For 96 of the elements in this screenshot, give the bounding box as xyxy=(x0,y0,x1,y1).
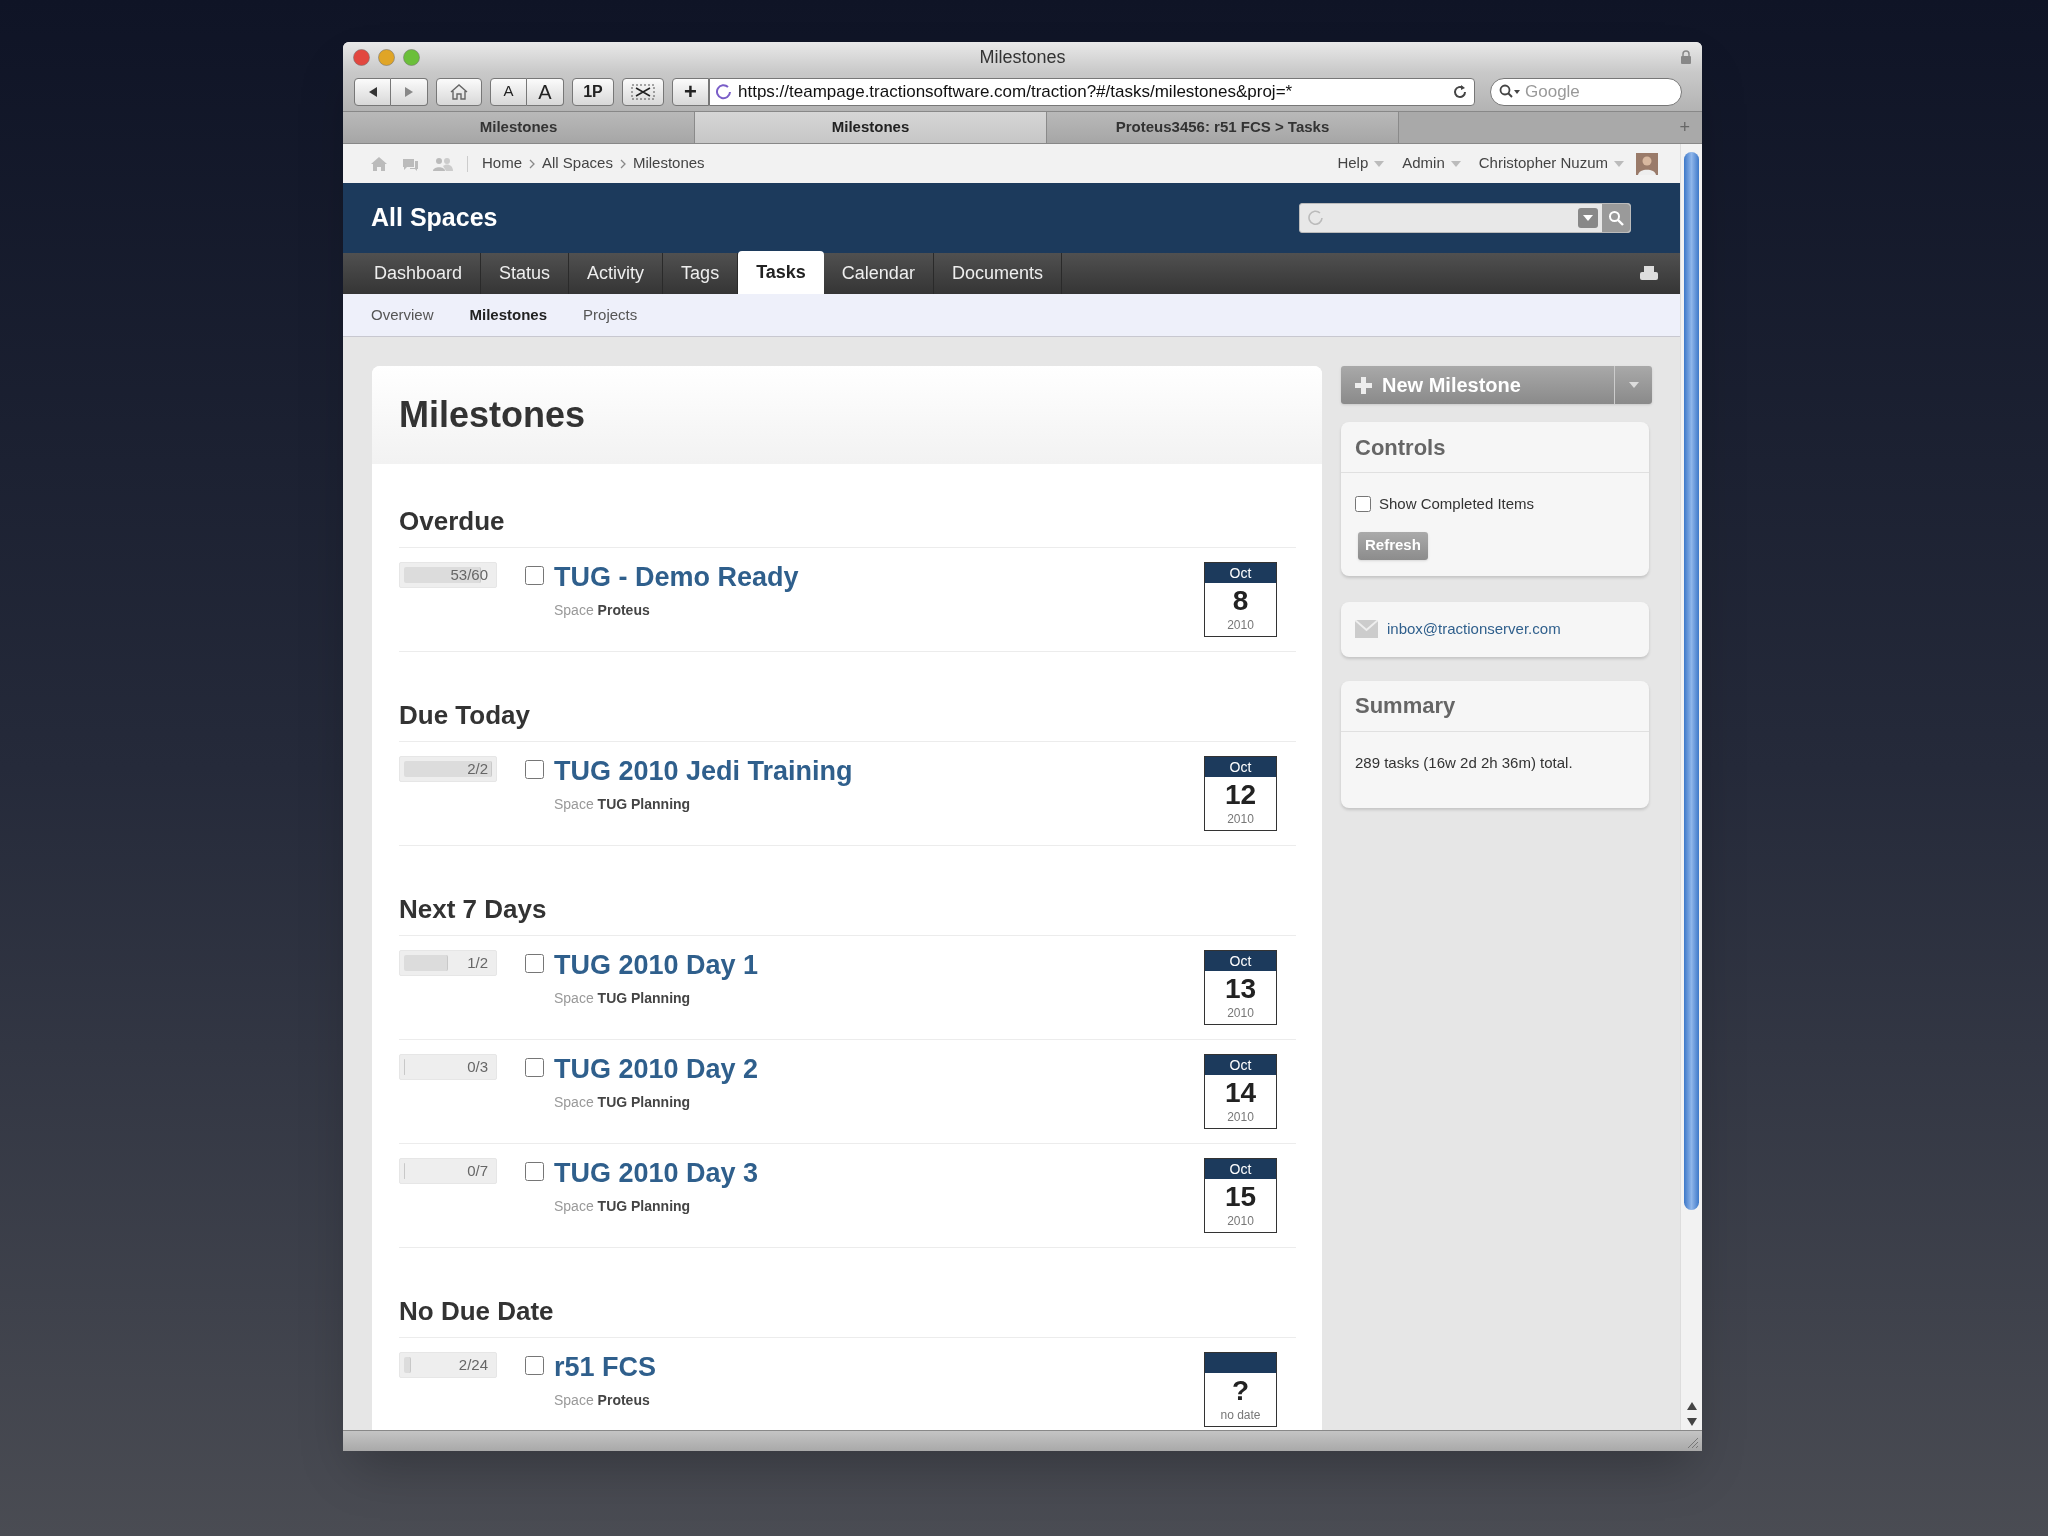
breadcrumb-link[interactable]: All Spaces xyxy=(542,152,613,175)
search-icon xyxy=(1499,83,1521,100)
space-info: Space TUG Planning xyxy=(554,1093,691,1112)
task-checkbox[interactable] xyxy=(525,954,544,973)
progress-count: 2/24 xyxy=(458,1355,488,1375)
sub-tab[interactable]: Milestones xyxy=(469,303,548,327)
milestone-link[interactable]: TUG 2010 Day 1 xyxy=(554,950,759,980)
section-heading: Next 7 Days xyxy=(399,893,548,926)
section-heading: No Due Date xyxy=(399,1295,555,1328)
section-heading: Due Today xyxy=(399,699,531,732)
space-title: All Spaces xyxy=(371,202,498,234)
text-size-button[interactable]: A xyxy=(527,77,564,106)
people-icon xyxy=(433,156,453,171)
task-checkbox[interactable] xyxy=(525,1356,544,1375)
mail-icon xyxy=(1355,620,1378,638)
chevron-icon xyxy=(618,158,627,169)
milestone-link[interactable]: TUG 2010 Jedi Training xyxy=(554,756,853,786)
chevron-icon xyxy=(528,158,536,169)
breadcrumb-link[interactable]: Home xyxy=(482,152,522,175)
task-checkbox[interactable] xyxy=(525,1058,544,1077)
menu-button[interactable]: Christopher Nuzum xyxy=(1478,152,1624,175)
plus-icon xyxy=(1355,376,1372,394)
search-icon xyxy=(1608,210,1624,226)
window-control-icon[interactable] xyxy=(353,48,370,66)
nav-tab[interactable]: Tasks xyxy=(738,251,824,294)
avatar-icon xyxy=(1636,152,1658,175)
dropdown-icon[interactable] xyxy=(1578,208,1598,228)
milestone-link[interactable]: TUG 2010 Day 2 xyxy=(554,1054,759,1084)
menu-button[interactable]: Admin xyxy=(1402,152,1461,175)
window-control-icon[interactable] xyxy=(403,48,420,66)
loading-icon xyxy=(1308,210,1324,226)
forward-button[interactable] xyxy=(391,77,428,106)
menu-button[interactable]: Help xyxy=(1337,152,1385,175)
milestone-link[interactable]: TUG - Demo Ready xyxy=(554,562,799,592)
date-badge: Oct 14 2010 xyxy=(1204,1054,1277,1129)
progress-count: 0/3 xyxy=(467,1057,488,1077)
resize-grip-icon[interactable] xyxy=(1687,1437,1699,1449)
space-info: Space TUG Planning xyxy=(554,1197,691,1216)
reload-icon xyxy=(1452,83,1468,100)
home-icon xyxy=(450,83,468,100)
home-button[interactable] xyxy=(436,77,482,106)
web-search-field[interactable]: Google xyxy=(1490,77,1682,106)
milestone-link[interactable]: r51 FCS xyxy=(554,1352,657,1382)
window-control-icon[interactable] xyxy=(378,48,395,66)
date-badge: Oct 12 2010 xyxy=(1204,756,1277,831)
show-completed-checkbox[interactable] xyxy=(1355,496,1371,513)
progress-count: 53/60 xyxy=(450,565,488,585)
scroll-up-icon[interactable] xyxy=(1686,1402,1697,1410)
chat-icon xyxy=(401,156,419,171)
milestone-link[interactable]: TUG 2010 Day 3 xyxy=(554,1158,759,1188)
progress-count: 0/7 xyxy=(467,1161,488,1181)
progress-count: 1/2 xyxy=(467,953,488,973)
clip-button[interactable] xyxy=(622,77,664,106)
summary-text: 289 tasks (16w 2d 2h 36m) total. xyxy=(1355,752,1574,773)
caret-icon xyxy=(1374,160,1385,167)
task-checkbox[interactable] xyxy=(525,1162,544,1181)
search-field[interactable] xyxy=(1299,203,1631,233)
panel-title: Controls xyxy=(1355,433,1446,462)
space-info: Space TUG Planning xyxy=(554,795,691,814)
forward-icon xyxy=(403,85,415,98)
loading-icon xyxy=(716,83,732,100)
back-button[interactable] xyxy=(354,77,391,106)
scrollbar-thumb[interactable] xyxy=(1684,152,1699,1210)
text-size-button[interactable]: A xyxy=(490,77,527,106)
page-title: Milestones xyxy=(399,393,586,437)
caret-icon xyxy=(1614,160,1624,167)
breadcrumb-link[interactable]: Milestones xyxy=(632,152,705,175)
date-badge: ? no date xyxy=(1204,1352,1277,1427)
sub-tab[interactable]: Overview xyxy=(371,303,434,327)
browser-tab[interactable]: Milestones xyxy=(695,112,1047,143)
print-icon[interactable] xyxy=(1640,265,1658,282)
window-title: Milestones xyxy=(979,45,1066,69)
date-badge: Oct 13 2010 xyxy=(1204,950,1277,1025)
date-badge: Oct 8 2010 xyxy=(1204,562,1277,637)
caret-icon xyxy=(1450,160,1461,167)
browser-tab[interactable]: Milestones xyxy=(343,112,695,143)
add-bookmark-button[interactable]: + xyxy=(672,77,709,106)
panel-title: Summary xyxy=(1355,692,1456,720)
checkbox-label[interactable]: Show Completed Items xyxy=(1379,493,1535,516)
scroll-down-icon[interactable] xyxy=(1686,1418,1697,1426)
task-checkbox[interactable] xyxy=(525,566,544,585)
password-button[interactable]: 1P xyxy=(572,77,614,106)
address-field[interactable]: https://teampage.tractionsoftware.com/traction?#/tasks/milestones&proj=* xyxy=(709,77,1475,106)
section-heading: Overdue xyxy=(399,505,506,538)
task-checkbox[interactable] xyxy=(525,760,544,779)
caret-icon xyxy=(1628,382,1639,388)
sub-tab[interactable]: Projects xyxy=(583,303,638,327)
lock-icon xyxy=(1680,50,1692,64)
space-info: Space TUG Planning xyxy=(554,989,691,1008)
date-badge: Oct 15 2010 xyxy=(1204,1158,1277,1233)
progress-count: 2/2 xyxy=(467,759,488,779)
home-icon xyxy=(371,156,387,171)
browser-tab[interactable]: Proteus3456: r51 FCS > Tasks xyxy=(1047,112,1399,143)
space-info: Space Proteus xyxy=(554,1391,650,1410)
search-button[interactable] xyxy=(1602,204,1630,232)
space-info: Space Proteus xyxy=(554,601,650,620)
